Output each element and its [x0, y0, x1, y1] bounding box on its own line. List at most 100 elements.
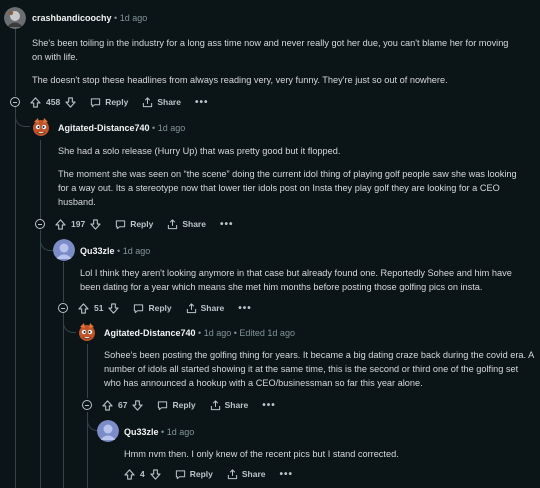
reply-label: Reply	[130, 219, 154, 229]
share-icon	[143, 96, 153, 107]
more-icon[interactable]: •••	[238, 303, 252, 314]
reply-label: Reply	[172, 400, 196, 410]
upvote-icon[interactable]	[55, 218, 66, 230]
reply-icon	[91, 97, 101, 107]
paragraph: Sohee's been posting the golfing thing f…	[104, 350, 534, 388]
avatar[interactable]	[76, 321, 98, 343]
share-icon	[186, 302, 196, 313]
comment-header: Agitated-Distance740 • 1d ago	[58, 122, 185, 134]
username[interactable]: Qu33zle	[124, 427, 159, 437]
reply-icon	[116, 219, 126, 229]
paragraph: The moment she was seen on “the scene” d…	[58, 169, 517, 207]
user-avatar-icon	[53, 239, 75, 261]
share-button[interactable]: Share	[210, 399, 249, 411]
vote-count: 51	[94, 303, 104, 313]
crash-avatar-icon	[30, 116, 52, 138]
vote-count: 197	[71, 219, 86, 229]
upvote-icon[interactable]	[30, 96, 41, 108]
more-icon[interactable]: •••	[262, 400, 276, 411]
reply-button[interactable]: Reply	[157, 400, 196, 411]
timestamp[interactable]: 1d ago	[204, 328, 232, 338]
downvote-icon[interactable]	[108, 302, 120, 314]
avatar[interactable]	[4, 7, 26, 29]
comment-body: She had a solo release (Hurry Up) that w…	[58, 144, 528, 218]
thread-line-c2	[40, 140, 41, 220]
comment-header: Agitated-Distance740 • 1d ago • Edited 1…	[104, 327, 295, 339]
share-label: Share	[224, 400, 249, 410]
vote-count: 67	[118, 400, 128, 410]
share-label: Share	[200, 303, 225, 313]
more-icon[interactable]: •••	[280, 469, 294, 480]
reply-label: Reply	[189, 469, 213, 479]
paragraph: The doesn't stop these headlines from al…	[32, 75, 448, 85]
collapse-icon[interactable]	[35, 219, 45, 229]
reply-icon	[175, 469, 185, 479]
thread-line-c1	[15, 106, 16, 488]
user-avatar-icon	[4, 7, 26, 29]
username[interactable]: crashbandicoochy	[32, 13, 112, 23]
comment-body: She's been toiling in the industry for a…	[32, 36, 520, 96]
upvote-icon[interactable]	[102, 399, 113, 411]
comment-header: Qu33zle • 1d ago	[80, 245, 150, 257]
comment-body: Sohee's been posting the golfing thing f…	[104, 348, 534, 399]
timestamp[interactable]: 1d ago	[158, 123, 186, 133]
vote-group: 67	[102, 399, 144, 411]
paragraph: Lol I think they aren't looking anymore …	[80, 268, 512, 292]
action-bar: 4 Reply Share •••	[124, 466, 293, 482]
action-bar: 197 Reply Share •••	[35, 216, 233, 232]
reply-button[interactable]: Reply	[133, 303, 172, 314]
more-icon[interactable]: •••	[220, 219, 234, 230]
vote-count: 458	[46, 97, 61, 107]
upvote-icon[interactable]	[78, 302, 89, 314]
share-button[interactable]: Share	[142, 96, 181, 108]
avatar[interactable]	[30, 116, 52, 138]
collapse-icon[interactable]	[58, 303, 68, 313]
reply-icon	[134, 303, 144, 313]
upvote-icon[interactable]	[124, 468, 135, 480]
collapse-icon[interactable]	[10, 97, 20, 107]
share-icon	[168, 218, 178, 229]
action-bar: 51 Reply Share •••	[58, 300, 252, 316]
username[interactable]: Agitated-Distance740	[58, 123, 150, 133]
avatar[interactable]	[53, 239, 75, 261]
share-icon	[227, 468, 238, 479]
vote-group: 458	[30, 96, 76, 108]
thread-line-root	[15, 24, 16, 96]
timestamp[interactable]: 1d ago	[167, 427, 195, 437]
share-icon	[210, 399, 220, 410]
more-icon[interactable]: •••	[195, 97, 209, 108]
downvote-icon[interactable]	[90, 218, 101, 230]
share-button[interactable]: Share	[167, 218, 206, 230]
crash-avatar-icon	[76, 321, 98, 343]
user-avatar-icon	[97, 420, 119, 442]
downvote-icon[interactable]	[150, 468, 161, 480]
thread-line-c3	[63, 262, 64, 302]
collapse-icon[interactable]	[82, 400, 92, 410]
reply-icon	[158, 400, 168, 410]
thread-line-c2b	[40, 230, 41, 488]
share-label: Share	[241, 469, 266, 479]
username[interactable]: Agitated-Distance740	[104, 328, 196, 338]
vote-group: 4	[124, 468, 161, 480]
downvote-icon[interactable]	[65, 96, 76, 108]
reply-label: Reply	[148, 303, 172, 313]
reply-label: Reply	[105, 97, 129, 107]
vote-group: 197	[55, 218, 101, 230]
reply-button[interactable]: Reply	[175, 469, 213, 480]
edited-label: Edited 1d ago	[239, 328, 295, 338]
username[interactable]: Qu33zle	[80, 246, 115, 256]
paragraph: She had a solo release (Hurry Up) that w…	[58, 146, 341, 156]
reply-button[interactable]: Reply	[115, 219, 153, 230]
avatar[interactable]	[97, 420, 119, 442]
reply-button[interactable]: Reply	[90, 97, 128, 108]
share-button[interactable]: Share	[227, 468, 266, 480]
share-button[interactable]: Share	[186, 302, 225, 314]
comment-header: Qu33zle • 1d ago	[124, 426, 194, 438]
thread-line-c3b	[63, 312, 64, 488]
timestamp[interactable]: 1d ago	[120, 13, 148, 23]
share-label: Share	[157, 97, 181, 107]
share-label: Share	[182, 219, 206, 229]
comment-body: Lol I think they aren't looking anymore …	[80, 266, 534, 303]
downvote-icon[interactable]	[132, 399, 144, 411]
timestamp[interactable]: 1d ago	[123, 246, 151, 256]
